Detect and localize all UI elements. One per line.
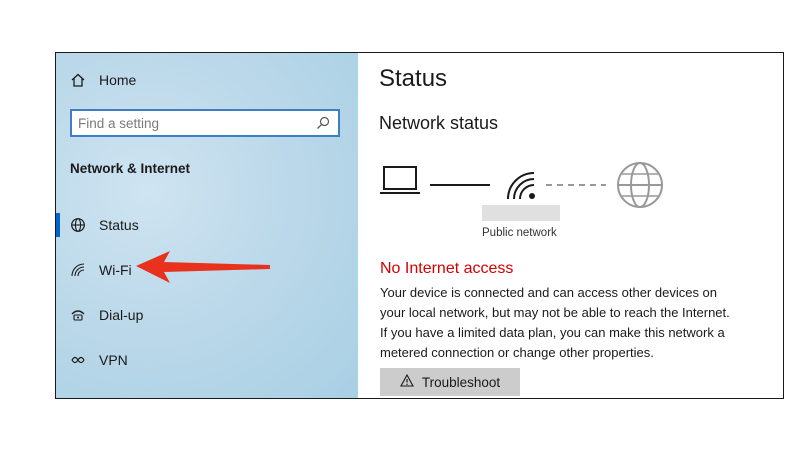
home-icon — [69, 71, 87, 89]
network-name-redacted — [482, 205, 560, 221]
globe-icon — [617, 162, 663, 208]
status-heading: No Internet access — [380, 260, 514, 277]
dialup-icon — [69, 306, 87, 324]
vpn-icon — [69, 351, 87, 369]
ethernet-icon — [69, 396, 87, 398]
sidebar-item-label: Status — [99, 217, 139, 233]
laptop-icon — [380, 166, 420, 194]
network-diagram — [380, 162, 663, 208]
sidebar-item-vpn[interactable]: VPN — [56, 343, 358, 377]
sidebar-item-partial[interactable] — [56, 388, 358, 398]
sidebar-item-status[interactable]: Status — [56, 208, 358, 242]
network-type-label: Public network — [482, 227, 557, 239]
sidebar-item-dialup[interactable]: Dial-up — [56, 298, 358, 332]
section-title: Network & Internet — [70, 161, 191, 176]
wifi-icon — [69, 261, 87, 279]
sidebar-item-label: Home — [99, 72, 137, 88]
settings-window: Home Network & Internet Status Wi-Fi — [55, 52, 784, 399]
section-heading: Network status — [379, 113, 499, 133]
sidebar-item-home[interactable]: Home — [56, 63, 358, 97]
troubleshoot-label: Troubleshoot — [421, 374, 501, 390]
search-input[interactable] — [72, 115, 314, 131]
troubleshoot-button[interactable]: Troubleshoot — [380, 368, 520, 396]
search-icon[interactable] — [314, 114, 332, 132]
sidebar-item-label: Dial-up — [99, 307, 144, 323]
status-globe-icon — [69, 216, 87, 234]
annotation-arrow-icon — [136, 251, 270, 283]
page-title: Status — [379, 65, 448, 92]
sidebar-item-label: Wi-Fi — [99, 262, 132, 278]
search-field[interactable] — [70, 109, 340, 137]
sidebar: Home Network & Internet Status Wi-Fi — [56, 53, 358, 398]
main-content: Status Network status Public network No … — [358, 53, 783, 398]
warning-icon — [399, 373, 414, 390]
wifi-signal-icon — [507, 172, 535, 200]
status-description: Your device is connected and can access … — [380, 285, 730, 360]
sidebar-item-label: VPN — [99, 352, 128, 368]
